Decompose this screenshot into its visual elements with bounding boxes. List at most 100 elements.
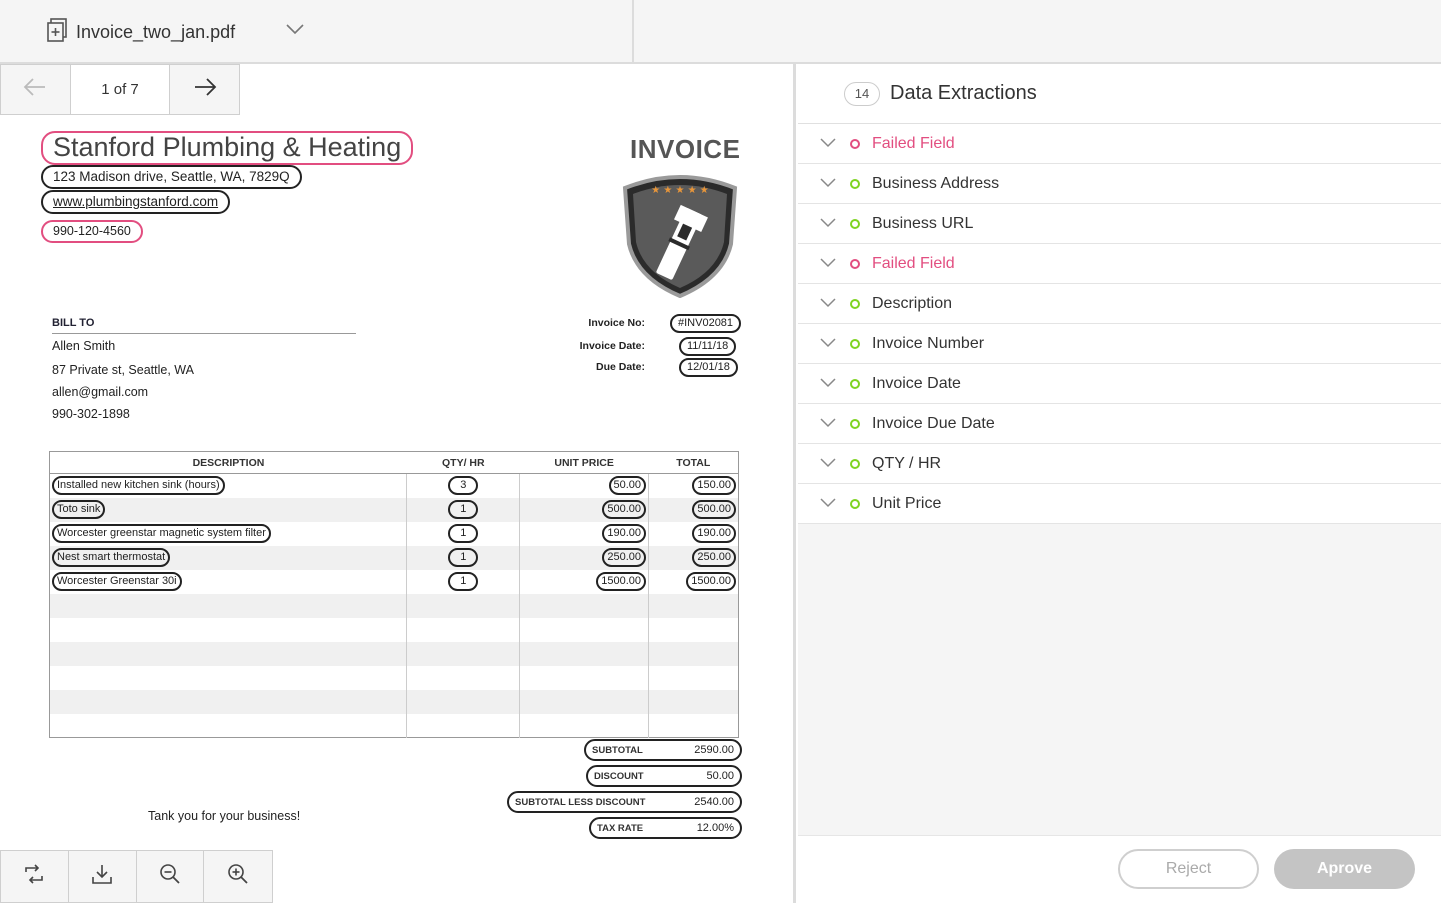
invoice-date-label: Invoice Date: (579, 340, 645, 352)
extraction-label: QTY / HR (872, 454, 942, 472)
chevron-down-icon[interactable] (820, 215, 836, 233)
extraction-item[interactable]: Description (798, 284, 1441, 324)
next-page-button[interactable] (170, 65, 239, 114)
chevron-down-icon[interactable] (820, 135, 836, 153)
bill-to-address: 87 Private st, Seattle, WA (52, 363, 194, 377)
status-dot-icon (850, 298, 860, 309)
extraction-item[interactable]: Invoice Number (798, 324, 1441, 364)
total-cell (648, 665, 739, 690)
extraction-item[interactable]: Business URL (798, 204, 1441, 244)
invoice-no-field[interactable]: #INV02081 (670, 314, 742, 333)
rotate-button[interactable] (1, 851, 69, 902)
approve-button[interactable]: Aprove (1274, 849, 1415, 889)
business-url-field[interactable]: www.plumbingstanford.com (41, 190, 231, 214)
description-field[interactable]: Worcester greenstar magnetic system filt… (52, 524, 271, 543)
subtotal-field[interactable]: SUBTOTAL 2590.00 (584, 739, 742, 761)
due-date-field[interactable]: 12/01/18 (679, 358, 738, 377)
qty-field[interactable]: 1 (448, 572, 479, 591)
chevron-down-icon[interactable] (820, 455, 836, 473)
extraction-item[interactable]: Invoice Due Date (798, 404, 1441, 444)
bill-to-heading: BILL TO (52, 317, 95, 329)
description-cell (49, 641, 407, 666)
description-field[interactable]: Installed new kitchen sink (hours) (52, 476, 225, 496)
extraction-item[interactable]: Invoice Date (798, 364, 1441, 404)
extraction-item[interactable]: QTY / HR (798, 444, 1441, 484)
arrow-left-icon (23, 78, 47, 101)
invoice-document: Stanford Plumbing & Heating 123 Madison … (0, 64, 793, 903)
line-items-body: Installed new kitchen sink (hours) 3 50.00… (49, 473, 739, 738)
extraction-item[interactable]: Business Address (798, 164, 1441, 204)
unit-price-field[interactable]: 50.00 (608, 476, 647, 496)
total-cell: 150.00 (648, 473, 739, 498)
invoice-date-field[interactable]: 11/11/18 (679, 337, 737, 356)
zoom-out-button[interactable] (137, 851, 205, 902)
chevron-down-icon[interactable] (820, 375, 836, 393)
previous-page-button[interactable] (1, 65, 70, 114)
total-field[interactable]: 1500.00 (686, 572, 736, 591)
qty-field[interactable]: 1 (448, 524, 479, 543)
total-cell (648, 641, 739, 666)
empty-table-row (50, 713, 739, 738)
chevron-down-icon[interactable] (820, 335, 836, 353)
business-phone-field[interactable]: 990-120-4560 (41, 220, 143, 243)
bill-to-name: Allen Smith (52, 339, 116, 353)
total-field[interactable]: 150.00 (692, 476, 736, 496)
tax-rate-field[interactable]: TAX RATE 12.00% (589, 817, 742, 839)
column-header-unit-price: UNIT PRICE (519, 451, 649, 474)
extraction-count-badge: 14 (844, 81, 880, 106)
unit-price-field[interactable]: 250.00 (602, 548, 647, 567)
qty-field[interactable]: 1 (448, 548, 479, 567)
description-field[interactable]: Nest smart thermostat (52, 548, 171, 567)
viewer-toolbar (0, 850, 273, 903)
empty-table-row (50, 617, 739, 642)
unit-price-cell (519, 713, 649, 738)
business-name-field[interactable]: Stanford Plumbing & Heating (41, 131, 414, 165)
line-items-table: DESCRIPTION QTY/ HR UNIT PRICE TOTAL Ins… (49, 451, 739, 738)
qty-cell (406, 665, 520, 690)
qty-field[interactable]: 1 (448, 500, 479, 519)
total-field[interactable]: 500.00 (692, 500, 736, 519)
arrow-right-icon (193, 78, 217, 101)
total-field[interactable]: 190.00 (692, 524, 736, 543)
qty-field[interactable]: 3 (448, 476, 479, 496)
extraction-label: Failed Field (872, 134, 955, 152)
unit-price-cell (519, 593, 649, 618)
discount-field[interactable]: DISCOUNT 50.00 (586, 765, 742, 787)
svg-text:★ ★ ★ ★ ★: ★ ★ ★ ★ ★ (651, 185, 709, 196)
chevron-down-icon[interactable] (820, 255, 836, 273)
extraction-item[interactable]: Unit Price (798, 484, 1441, 524)
business-address-field[interactable]: 123 Madison drive, Seattle, WA, 7829Q (41, 165, 302, 189)
file-selector[interactable]: Invoice_two_jan.pdf (46, 18, 304, 47)
extraction-item[interactable]: Failed Field (798, 124, 1441, 164)
page-navigator: 1 of 7 (0, 64, 240, 115)
description-cell: Nest smart thermostat (49, 545, 407, 570)
subtotal-less-discount-field[interactable]: SUBTOTAL LESS DISCOUNT 2540.00 (507, 791, 742, 813)
extraction-label: Description (872, 294, 953, 312)
qty-cell: 1 (406, 497, 520, 522)
extractions-header: 14 Data Extractions (798, 64, 1441, 124)
chevron-down-icon[interactable] (820, 175, 836, 193)
description-cell (50, 714, 407, 738)
chevron-down-icon[interactable] (820, 495, 836, 513)
qty-cell (406, 689, 520, 714)
chevron-down-icon[interactable] (820, 295, 836, 313)
top-bar: Invoice_two_jan.pdf (0, 0, 1441, 64)
unit-price-field[interactable]: 190.00 (602, 524, 647, 543)
due-date-label: Due Date: (595, 361, 645, 373)
reject-button[interactable]: Reject (1118, 849, 1259, 889)
total-cell (648, 593, 739, 618)
company-logo-icon: ★ ★ ★ ★ ★ (619, 172, 741, 303)
description-field[interactable]: Toto sink (52, 500, 106, 519)
unit-price-field[interactable]: 1500.00 (596, 572, 647, 591)
unit-price-field[interactable]: 500.00 (602, 500, 647, 519)
chevron-down-icon[interactable] (286, 22, 304, 40)
extraction-item[interactable]: Failed Field (798, 244, 1441, 284)
chevron-down-icon[interactable] (820, 415, 836, 433)
empty-table-row (50, 665, 739, 690)
download-button[interactable] (69, 851, 137, 902)
zoom-in-button[interactable] (204, 851, 272, 902)
total-field[interactable]: 250.00 (692, 548, 736, 567)
description-field[interactable]: Worcester Greenstar 30i (52, 572, 182, 591)
column-header-qty: QTY/ HR (406, 451, 520, 474)
extractions-list: Failed Field Business Address Business URL… (798, 124, 1441, 524)
